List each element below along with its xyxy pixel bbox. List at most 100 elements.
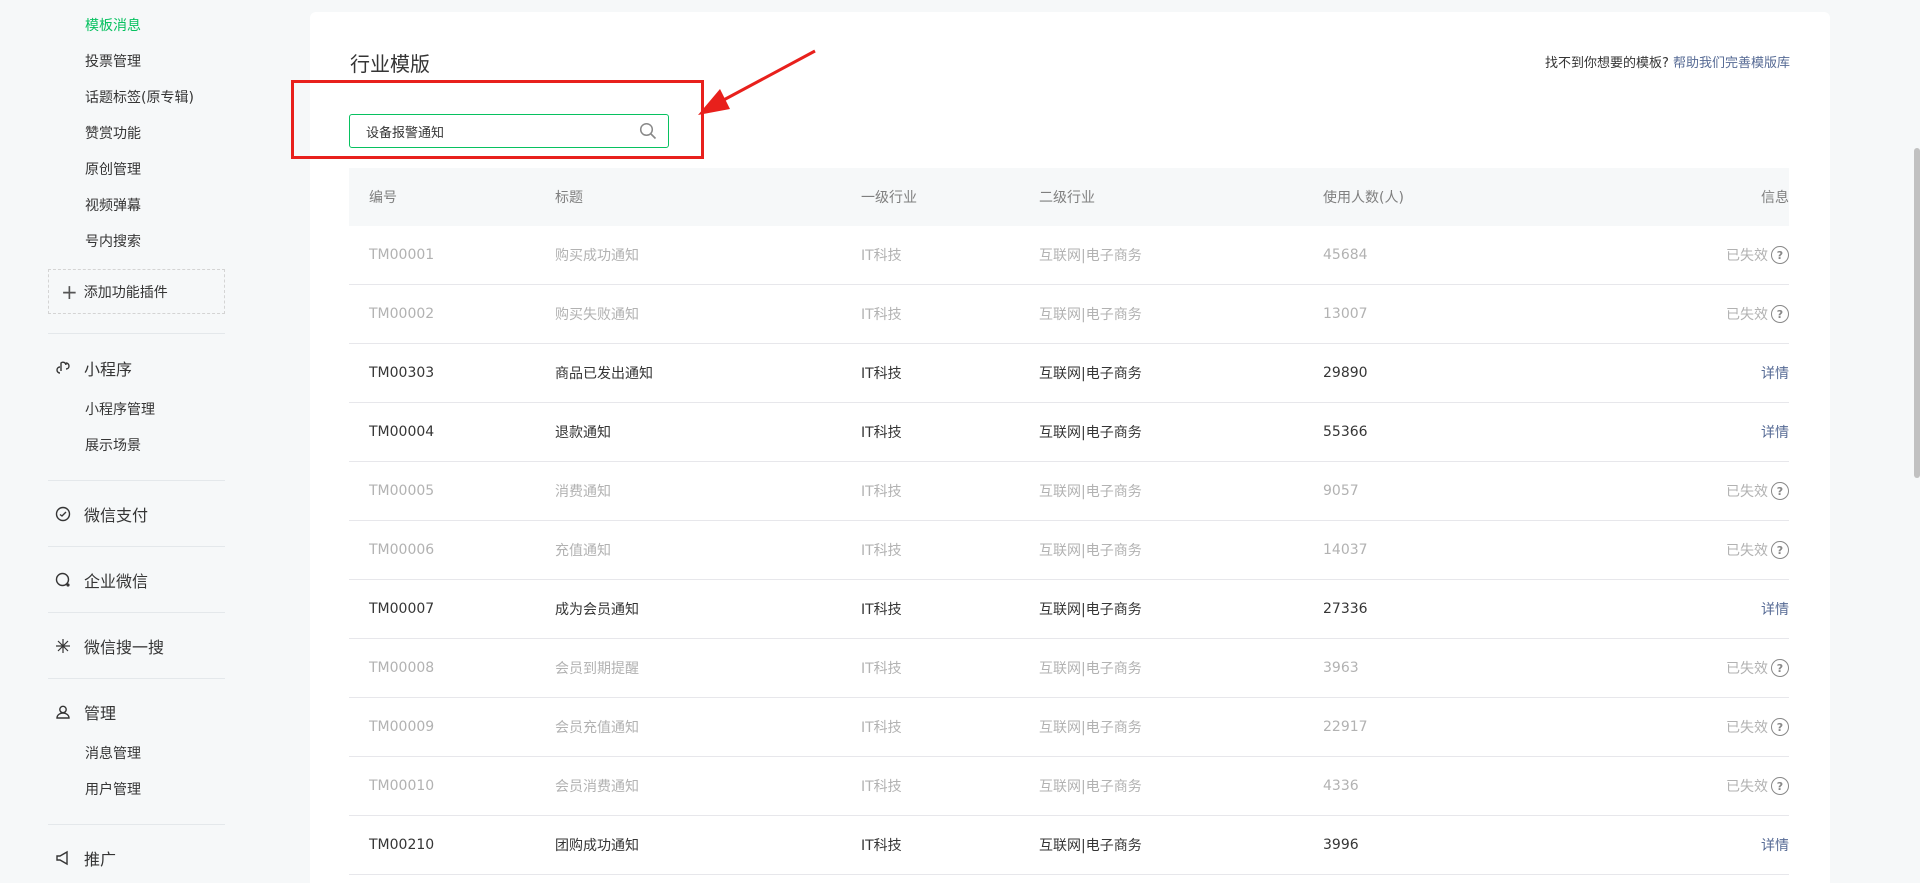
cell-industry-2: 互联网|电子商务 — [1039, 720, 1142, 736]
sidebar-item-danmaku[interactable]: 视频弹幕 — [85, 196, 141, 216]
sidebar-group-label: 管理 — [84, 704, 117, 723]
cell-industry-2: 互联网|电子商务 — [1039, 779, 1142, 795]
question-icon[interactable]: ? — [1771, 777, 1789, 795]
sidebar-group-mini-program[interactable]: 小程序 — [54, 356, 132, 380]
cell-industry-1: IT科技 — [861, 661, 902, 677]
question-icon[interactable]: ? — [1771, 659, 1789, 677]
sidebar-group-label: 微信搜一搜 — [84, 638, 165, 657]
sidebar-item-reward[interactable]: 赞赏功能 — [85, 124, 141, 144]
sidebar-group-label: 微信支付 — [84, 506, 149, 525]
search-icon[interactable] — [628, 122, 668, 140]
cell-industry-1: IT科技 — [861, 720, 902, 736]
cell-info: 已失效? — [1573, 245, 1789, 265]
sidebar-group-promote[interactable]: 推广 — [54, 846, 116, 870]
cell-title: 会员充值通知 — [555, 720, 639, 736]
cell-users: 4336 — [1323, 778, 1359, 794]
cell-industry-2: 互联网|电子商务 — [1039, 543, 1142, 559]
sidebar-item-user-manage[interactable]: 用户管理 — [85, 780, 141, 800]
cell-id: TM00002 — [369, 306, 435, 322]
search-input[interactable] — [350, 115, 628, 147]
sidebar-item-message-manage[interactable]: 消息管理 — [85, 744, 141, 764]
cell-info: 详情 — [1573, 599, 1789, 619]
chat-icon — [54, 571, 72, 589]
add-plugin-label: 添加功能插件 — [83, 284, 168, 301]
header-industry-1: 一级行业 — [861, 190, 917, 206]
table-row: TM00004 退款通知 IT科技 互联网|电子商务 55366 详情 — [349, 403, 1789, 462]
detail-link[interactable]: 详情 — [1761, 835, 1789, 855]
expired-label: 已失效 — [1726, 779, 1768, 795]
sidebar-group-manage[interactable]: 管理 — [54, 700, 116, 724]
sidebar-item-template-message[interactable]: 模板消息 — [85, 16, 141, 36]
cell-industry-2: 互联网|电子商务 — [1039, 602, 1142, 618]
cell-id: TM00005 — [369, 483, 435, 499]
link-icon — [54, 359, 72, 377]
sidebar-item-mini-program-manage[interactable]: 小程序管理 — [85, 400, 155, 420]
cell-industry-1: IT科技 — [861, 248, 902, 264]
sidebar-item-display-scene[interactable]: 展示场景 — [85, 436, 141, 456]
cell-info: 详情 — [1573, 422, 1789, 442]
detail-link[interactable]: 详情 — [1761, 363, 1789, 383]
scrollbar[interactable] — [1914, 148, 1920, 478]
divider — [48, 333, 225, 334]
cell-users: 27336 — [1323, 601, 1368, 617]
page-title: 行业模版 — [350, 52, 430, 76]
cell-industry-2: 互联网|电子商务 — [1039, 661, 1142, 677]
cell-id: TM00010 — [369, 778, 435, 794]
add-plugin-button[interactable]: + 添加功能插件 — [48, 269, 225, 314]
question-icon[interactable]: ? — [1771, 718, 1789, 736]
cell-users: 13007 — [1323, 306, 1368, 322]
table-row: TM00010 会员消费通知 IT科技 互联网|电子商务 4336 已失效? — [349, 757, 1789, 816]
sidebar-group-work-wechat[interactable]: 企业微信 — [54, 568, 148, 592]
sidebar-item-original[interactable]: 原创管理 — [85, 160, 141, 180]
table-row: TM00002 购买失败通知 IT科技 互联网|电子商务 13007 已失效? — [349, 285, 1789, 344]
header-title: 标题 — [555, 190, 583, 206]
expired-label: 已失效 — [1726, 307, 1768, 323]
sidebar-item-internal-search[interactable]: 号内搜索 — [85, 232, 141, 252]
question-icon[interactable]: ? — [1771, 246, 1789, 264]
detail-link[interactable]: 详情 — [1761, 422, 1789, 442]
table-row: TM00001 购买成功通知 IT科技 互联网|电子商务 45684 已失效? — [349, 226, 1789, 285]
sidebar-group-wechat-search[interactable]: 微信搜一搜 — [54, 634, 164, 658]
cell-industry-2: 互联网|电子商务 — [1039, 425, 1142, 441]
cell-info: 已失效? — [1573, 304, 1789, 324]
table-row: TM00303 商品已发出通知 IT科技 互联网|电子商务 29890 详情 — [349, 344, 1789, 403]
cell-info: 已失效? — [1573, 717, 1789, 737]
cell-users: 22917 — [1323, 719, 1368, 735]
cell-industry-1: IT科技 — [861, 838, 902, 854]
divider — [48, 824, 225, 825]
sidebar: 模板消息 投票管理 话题标签(原专辑) 赞赏功能 原创管理 视频弹幕 号内搜索 … — [0, 0, 260, 883]
megaphone-icon — [54, 849, 72, 867]
table-row: TM00005 消费通知 IT科技 互联网|电子商务 9057 已失效? — [349, 462, 1789, 521]
question-icon[interactable]: ? — [1771, 482, 1789, 500]
sidebar-item-vote[interactable]: 投票管理 — [85, 52, 141, 72]
table-header: 编号 标题 一级行业 二级行业 使用人数(人) 信息 — [349, 168, 1789, 226]
cell-id: TM00210 — [369, 837, 435, 853]
sidebar-group-wechat-pay[interactable]: 微信支付 — [54, 502, 148, 526]
detail-link[interactable]: 详情 — [1761, 599, 1789, 619]
cell-title: 团购成功通知 — [555, 838, 639, 854]
expired-status: 已失效? — [1726, 245, 1789, 265]
cell-industry-1: IT科技 — [861, 543, 902, 559]
divider — [48, 612, 225, 613]
sidebar-group-label: 企业微信 — [84, 572, 149, 591]
question-icon[interactable]: ? — [1771, 305, 1789, 323]
cell-id: TM00008 — [369, 660, 435, 676]
table-row: TM00007 成为会员通知 IT科技 互联网|电子商务 27336 详情 — [349, 580, 1789, 639]
expired-label: 已失效 — [1726, 248, 1768, 264]
cell-id: TM00009 — [369, 719, 435, 735]
header-id: 编号 — [369, 190, 397, 206]
cell-title: 购买成功通知 — [555, 248, 639, 264]
expired-status: 已失效? — [1726, 776, 1789, 796]
cell-id: TM00001 — [369, 247, 435, 263]
expired-status: 已失效? — [1726, 481, 1789, 501]
header-users: 使用人数(人) — [1323, 190, 1404, 206]
cell-users: 3996 — [1323, 837, 1359, 853]
cell-industry-2: 互联网|电子商务 — [1039, 838, 1142, 854]
sidebar-item-topic-tags[interactable]: 话题标签(原专辑) — [85, 88, 194, 108]
cell-title: 商品已发出通知 — [555, 366, 653, 382]
template-search-box[interactable] — [349, 114, 669, 148]
expired-status: 已失效? — [1726, 658, 1789, 678]
question-icon[interactable]: ? — [1771, 541, 1789, 559]
sidebar-group-label: 推广 — [84, 850, 117, 869]
improve-template-link[interactable]: 帮助我们完善模版库 — [1673, 56, 1790, 71]
